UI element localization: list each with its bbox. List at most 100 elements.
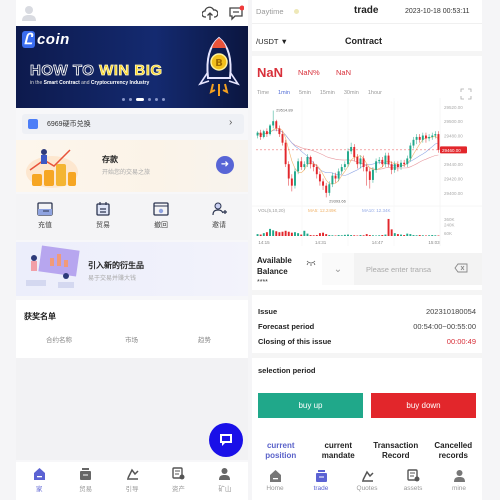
- trade-header: Daytime trade 2023-10-18 00:53:11: [252, 0, 482, 24]
- arrow-right-icon[interactable]: ➜: [216, 156, 234, 174]
- tab-assets[interactable]: assets: [390, 464, 436, 500]
- volume-bar: [312, 235, 315, 236]
- buy-down-button[interactable]: buy down: [371, 393, 476, 418]
- pagination-dot[interactable]: [155, 98, 158, 101]
- bottom-tabbar: 家 贸易 引导 资产 矿山: [16, 462, 248, 500]
- candle-body: [290, 178, 293, 186]
- tab-current-position[interactable]: current position: [252, 441, 310, 463]
- tab-guide[interactable]: 引导: [109, 462, 155, 500]
- candle-body: [412, 139, 415, 146]
- candle-body: [400, 162, 402, 168]
- amount-dropdown[interactable]: ⌄: [322, 253, 354, 285]
- candlestick-chart[interactable]: 29520.00 29500.00 29480.00 29460.00 29440.00…: [252, 98, 482, 246]
- tab-transaction-record[interactable]: Transaction Record: [367, 441, 425, 463]
- speaker-icon: [28, 119, 38, 129]
- volume-bar: [337, 235, 340, 236]
- sun-icon[interactable]: [294, 9, 299, 14]
- volume-bar: [387, 218, 390, 236]
- tab-current-mandate[interactable]: current mandate: [310, 441, 368, 463]
- quick-action-trade[interactable]: 贸易: [74, 194, 132, 240]
- forecast-value: 00:54:00~00:55:00: [413, 322, 476, 331]
- tab-trade[interactable]: trade: [298, 464, 344, 500]
- candle-body: [387, 155, 390, 165]
- volume-bar: [259, 234, 262, 236]
- selection-period-label: selection period: [258, 366, 316, 375]
- banner-subtitle: in the Smart Contract and Cryptocurrency…: [30, 80, 150, 86]
- volume-bar: [315, 235, 318, 236]
- candle-body: [371, 169, 374, 180]
- tab-quotes[interactable]: Quotes: [344, 464, 390, 500]
- pagination-dot[interactable]: [162, 98, 165, 101]
- trade-icon: [80, 468, 92, 480]
- quick-action-withdraw[interactable]: 撤回: [132, 194, 190, 240]
- price-axis-label: 29480.00: [444, 134, 463, 139]
- home-icon: [269, 470, 281, 482]
- column-header-contract: 合约名称: [46, 337, 72, 344]
- volume-bar: [290, 232, 293, 236]
- countdown-value: 00:00:49: [446, 337, 476, 346]
- volume-bar: [287, 231, 290, 236]
- invite-user-icon: [212, 202, 227, 216]
- candle-body: [303, 164, 306, 168]
- pair-dropdown[interactable]: /USDT ▼: [256, 37, 288, 46]
- daytime-toggle[interactable]: Daytime: [256, 7, 284, 16]
- closing-row: Closing of this issue 00:00:49: [258, 337, 476, 350]
- notice-bar[interactable]: 6969硬币兑换 ›: [22, 114, 244, 134]
- volume-bar: [309, 235, 312, 236]
- derivatives-card[interactable]: 引入新的衍生品 易于交易并赚大钱: [16, 242, 248, 296]
- tab-mine[interactable]: mine: [436, 464, 482, 500]
- volume-bar: [306, 233, 309, 236]
- pagination-dot[interactable]: [148, 98, 151, 101]
- candle-body: [281, 134, 284, 143]
- volume-bar: [396, 234, 399, 236]
- quick-action-recharge[interactable]: 充值: [16, 194, 74, 240]
- caret-down-icon: ▼: [280, 37, 288, 46]
- buy-up-button[interactable]: buy up: [258, 393, 363, 418]
- tab-cancelled-records[interactable]: Cancelled records: [425, 441, 483, 463]
- candle-body: [409, 145, 412, 159]
- deposit-card[interactable]: 存款 开始您的交易之旅 ➜: [16, 140, 248, 192]
- eye-closed-icon[interactable]: [306, 260, 316, 266]
- volume-bar: [428, 235, 431, 236]
- time-axis-label: 15:03: [428, 240, 440, 245]
- candle-body: [294, 171, 296, 186]
- issue-row: Issue 202310180054: [258, 307, 476, 320]
- candle-body: [300, 161, 303, 168]
- volume-bar: [262, 233, 265, 236]
- mine-icon: [219, 468, 231, 480]
- volume-bar: [275, 231, 278, 236]
- message-icon[interactable]: [228, 5, 244, 21]
- user-avatar-icon[interactable]: [22, 5, 36, 21]
- assets-icon: [406, 469, 419, 482]
- cloud-upload-icon[interactable]: [202, 5, 218, 21]
- tab-label: trade: [313, 485, 329, 492]
- candle-body: [284, 142, 287, 165]
- chat-support-button[interactable]: [209, 423, 243, 457]
- candle-body: [318, 174, 321, 182]
- tab-assets[interactable]: 资产: [155, 462, 201, 500]
- candle-body: [297, 161, 300, 172]
- promo-banner[interactable]: Ꮭcoin HOW TO WIN BIG in the Smart Contra…: [16, 26, 248, 108]
- volume-bar: [359, 235, 362, 236]
- clear-input-icon[interactable]: [454, 263, 468, 273]
- volume-bar: [318, 233, 321, 236]
- candle-body: [353, 146, 356, 158]
- issue-info: Issue 202310180054 Forecast period 00:54:0…: [252, 300, 482, 358]
- pagination-dot-active[interactable]: [136, 98, 144, 101]
- pagination-dot[interactable]: [122, 98, 125, 101]
- candle-body: [328, 184, 331, 193]
- candle-body: [272, 121, 275, 126]
- tab-home[interactable]: Home: [252, 464, 298, 500]
- quick-action-invite[interactable]: 邀请: [190, 194, 248, 240]
- change-percent: NaN%: [298, 68, 320, 77]
- volume-bar: [371, 235, 374, 236]
- candle-body: [309, 157, 312, 165]
- candle-body: [384, 155, 387, 165]
- tab-trade[interactable]: 贸易: [62, 462, 108, 500]
- issue-key: Issue: [258, 307, 278, 316]
- tab-label: 家: [35, 486, 43, 493]
- tab-home[interactable]: 家: [16, 462, 62, 500]
- pagination-dot[interactable]: [129, 98, 132, 101]
- tab-label: assets: [403, 485, 423, 492]
- tab-mine[interactable]: 矿山: [202, 462, 248, 500]
